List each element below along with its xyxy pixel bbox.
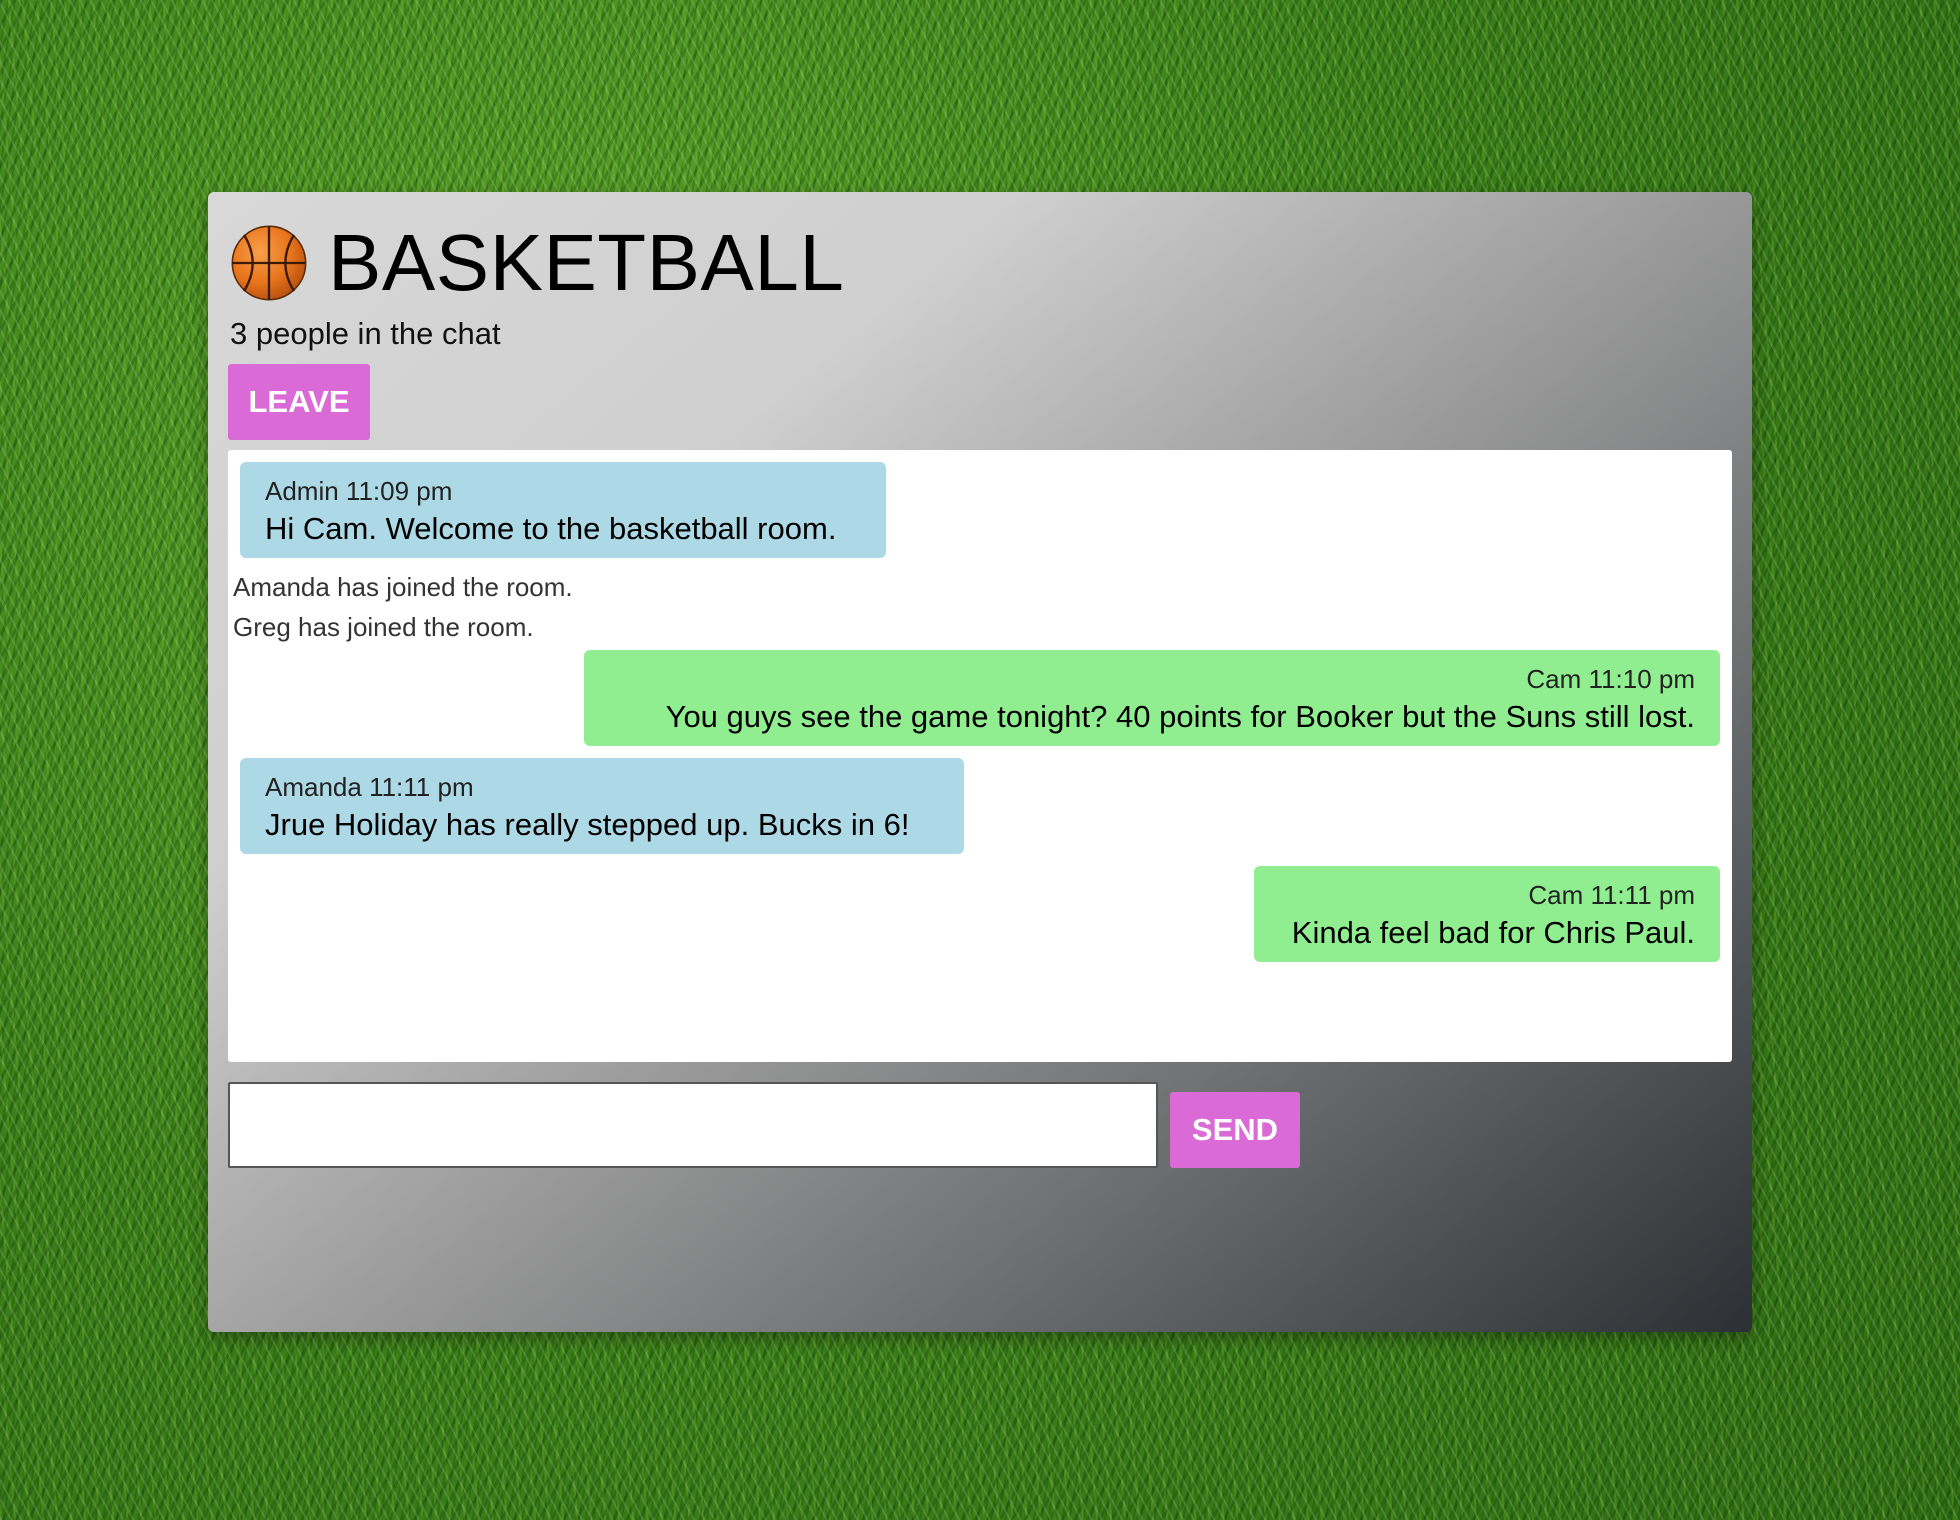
system-message: Greg has joined the room. <box>233 612 534 642</box>
leave-button[interactable]: LEAVE <box>228 364 370 440</box>
message-meta: Cam 11:10 pm <box>1526 664 1695 694</box>
room-header: BASKETBALL <box>230 218 845 307</box>
message-text: Hi Cam. Welcome to the basketball room. <box>265 511 837 546</box>
message-bubble-incoming: Admin 11:09 pm Hi Cam. Welcome to the ba… <box>240 462 886 558</box>
message-text: You guys see the game tonight? 40 points… <box>665 699 1695 734</box>
message-text: Kinda feel bad for Chris Paul. <box>1291 915 1695 950</box>
basketball-icon <box>231 225 307 301</box>
message-bubble-outgoing: Cam 11:11 pm Kinda feel bad for Chris Pa… <box>1254 866 1720 962</box>
system-message: Amanda has joined the room. <box>233 572 573 602</box>
people-count: 3 people in the chat <box>230 316 501 351</box>
message-list[interactable]: Admin 11:09 pm Hi Cam. Welcome to the ba… <box>228 450 1732 1062</box>
message-text: Jrue Holiday has really stepped up. Buck… <box>265 807 910 842</box>
message-meta: Admin 11:09 pm <box>265 476 453 506</box>
message-meta: Amanda 11:11 pm <box>265 772 474 802</box>
message-input[interactable] <box>228 1082 1158 1168</box>
room-title: BASKETBALL <box>328 218 845 307</box>
message-meta: Cam 11:11 pm <box>1528 880 1695 910</box>
send-button[interactable]: SEND <box>1170 1092 1300 1168</box>
message-bubble-outgoing: Cam 11:10 pm You guys see the game tonig… <box>584 650 1720 746</box>
message-bubble-incoming: Amanda 11:11 pm Jrue Holiday has really … <box>240 758 964 854</box>
chat-panel: BASKETBALL 3 people in the chat LEAVE Ad… <box>208 192 1752 1332</box>
